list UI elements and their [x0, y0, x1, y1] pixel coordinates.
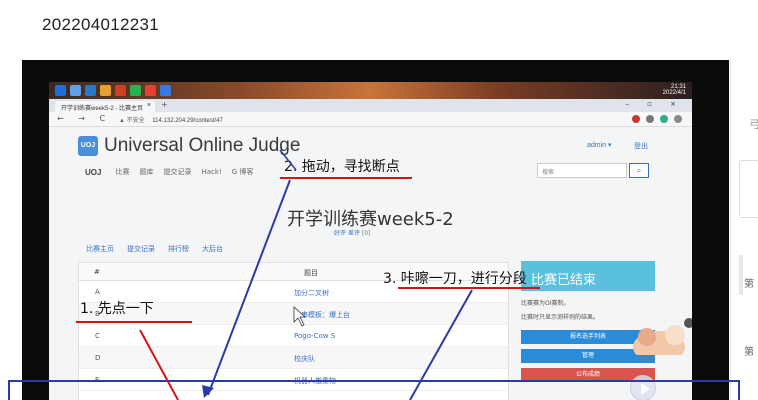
right-sidebar: 弓 第 第	[730, 60, 758, 400]
vscode-icon[interactable]	[85, 85, 96, 96]
recorded-desktop: 21:31 2022/4/1 开学训练赛week5-2 - 比赛主页 × + –…	[49, 82, 692, 400]
app-icon[interactable]	[145, 85, 156, 96]
problem-link[interactable]: 校庆队	[294, 354, 315, 364]
explorer-icon[interactable]	[70, 85, 81, 96]
annotation-step-1: 1. 先点一下	[80, 301, 154, 317]
wechat-icon[interactable]	[130, 85, 141, 96]
annotation-underline	[76, 321, 192, 323]
timeline-highlight-box	[8, 380, 740, 400]
extensions	[632, 115, 682, 123]
address-bar: ← → C ▲ 不安全 114.132.204.29/contest/47	[49, 112, 692, 127]
annotation-underline	[398, 287, 540, 289]
nav-problems[interactable]: 题库	[139, 167, 153, 177]
sidebar-text: 弓	[749, 118, 758, 131]
nav-hack[interactable]: Hack!	[201, 168, 221, 176]
search-icon: ⌕	[636, 166, 642, 175]
subnav-submissions[interactable]: 提交记录	[127, 244, 155, 254]
tab-close-icon[interactable]: ×	[147, 102, 151, 109]
contest-ended-banner: 比赛已结束	[521, 261, 655, 291]
security-indicator: ▲ 不安全	[119, 118, 145, 124]
col-problem: 题目	[304, 269, 318, 277]
video-frame[interactable]: 21:31 2022/4/1 开学训练赛week5-2 - 比赛主页 × + –…	[22, 60, 729, 400]
table-row[interactable]: D 校庆队	[79, 347, 508, 369]
subnav-standings[interactable]: 排行榜	[168, 244, 189, 254]
panel-line-1: 比赛赛为OI赛制。	[521, 300, 570, 307]
problem-label: A	[95, 288, 100, 296]
user-menu[interactable]: admin ▾	[587, 141, 612, 149]
logout-link[interactable]: 登出	[634, 141, 648, 151]
screen: 202204012231 21:31 2022/4/1 开学训练赛week5-2…	[0, 0, 758, 400]
site-title[interactable]: Universal Online Judge	[104, 135, 300, 157]
nav-buttons[interactable]: ← → C	[57, 114, 111, 123]
url-text: 114.132.204.29/contest/47	[152, 118, 223, 124]
uoj-logo[interactable]: UOJ	[78, 136, 98, 156]
window-controls[interactable]: – ▫ ×	[625, 100, 684, 108]
browser-tabbar: 开学训练赛week5-2 - 比赛主页 × + – ▫ ×	[49, 99, 692, 112]
problem-link[interactable]: Pogo-Cow S	[294, 332, 335, 340]
profile-icon[interactable]	[674, 115, 682, 123]
rating-bad[interactable]: 差评	[348, 230, 360, 237]
extension-icon[interactable]	[632, 115, 640, 123]
subnav-backend[interactable]: 大后台	[202, 244, 223, 254]
problem-link[interactable]: 加分二叉树	[294, 288, 329, 298]
page-caption: 202204012231	[42, 15, 160, 34]
subnav-home[interactable]: 比赛主页	[86, 244, 114, 254]
rating-links: 好评 差评 [0]	[334, 228, 370, 237]
url-field[interactable]: ▲ 不安全 114.132.204.29/contest/47	[119, 115, 223, 124]
browser-icon[interactable]	[160, 85, 171, 96]
browser-tab[interactable]: 开学训练赛week5-2 - 比赛主页 ×	[55, 101, 155, 112]
rating-count: [0]	[361, 230, 371, 237]
search-input[interactable]: 搜索	[537, 163, 627, 178]
nav-uoj[interactable]: UOJ	[85, 168, 101, 177]
wps-icon[interactable]	[115, 85, 126, 96]
contest-subnav: 比赛主页 提交记录 排行榜 大后台	[86, 244, 223, 254]
extension-icon[interactable]	[660, 115, 668, 123]
problem-label: D	[95, 354, 101, 362]
system-tray: 21:31 2022/4/1	[663, 84, 686, 96]
sidebar-box[interactable]	[739, 160, 758, 218]
start-icon[interactable]	[55, 85, 66, 96]
nav-submissions[interactable]: 提交记录	[163, 167, 191, 177]
new-tab-button[interactable]: +	[161, 100, 168, 109]
sidebar-item[interactable]: 第	[744, 275, 754, 290]
nav-contests[interactable]: 比赛	[115, 167, 129, 177]
extension-icon[interactable]	[646, 115, 654, 123]
col-index: #	[94, 268, 100, 276]
annotation-step-3: 3. 咔嚓一刀，进行分段	[383, 271, 527, 287]
taskbar-icons	[55, 85, 171, 96]
problem-label: C	[95, 332, 100, 340]
nav-blog[interactable]: G 博客	[232, 167, 254, 177]
sidebar-item[interactable]: 第	[744, 343, 754, 358]
oj-navbar: UOJ 比赛 题库 提交记录 Hack! G 博客	[85, 165, 253, 179]
annotation-step-2: 2. 拖动，寻找断点	[284, 159, 400, 175]
table-row[interactable]: C Pogo-Cow S	[79, 325, 508, 347]
annotation-underline	[280, 177, 412, 179]
sidebar-tab[interactable]	[739, 255, 743, 295]
search-button[interactable]: ⌕	[629, 163, 649, 178]
anime-sticker-icon	[633, 318, 692, 355]
problem-link[interactable]: 串串模板：爆上台	[294, 310, 350, 320]
rating-good[interactable]: 好评	[334, 230, 346, 237]
folder-icon[interactable]	[100, 85, 111, 96]
tray-date: 2022/4/1	[662, 90, 686, 96]
taskbar: 21:31 2022/4/1	[49, 82, 692, 99]
